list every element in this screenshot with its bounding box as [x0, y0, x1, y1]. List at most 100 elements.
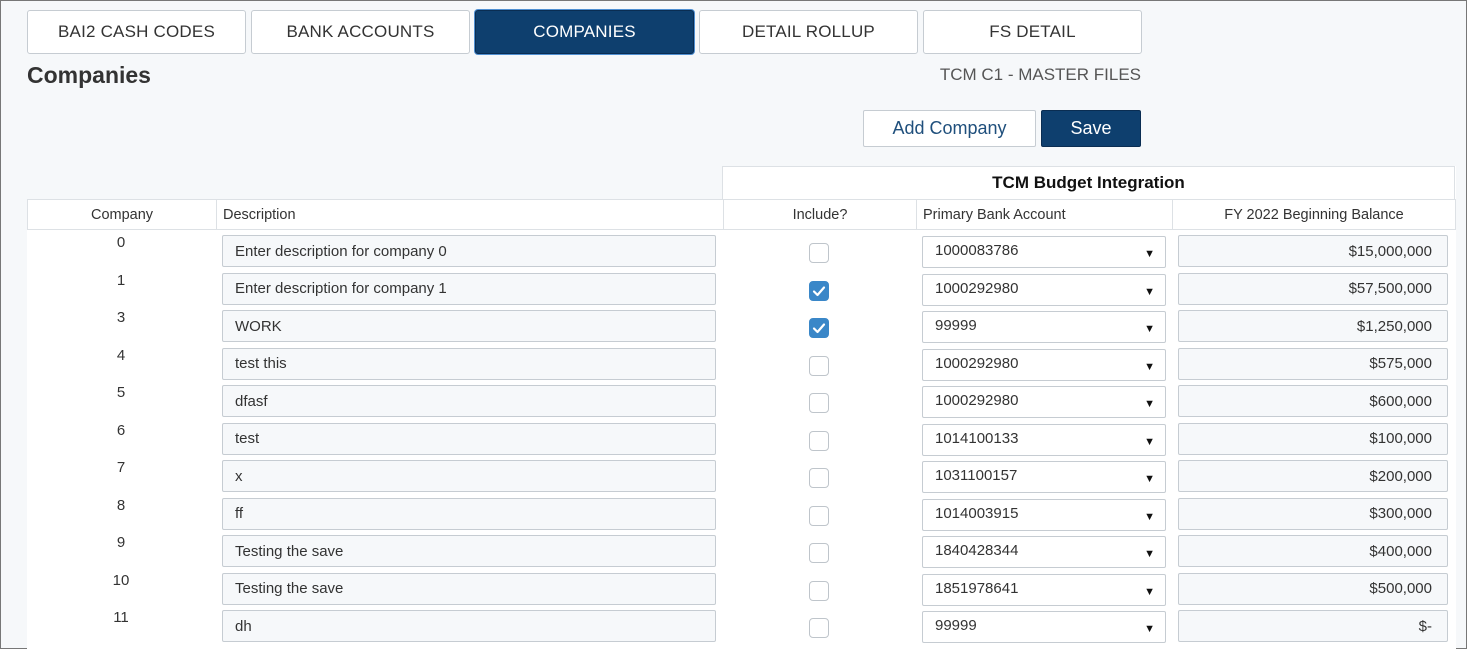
page-subtitle: TCM C1 - MASTER FILES — [939, 65, 1141, 84]
description-input[interactable]: dh — [222, 610, 716, 642]
column-header-include: Include? — [724, 200, 917, 229]
primary-bank-account-select[interactable]: 1014100133 ▼ — [922, 423, 1166, 456]
include-checkbox[interactable] — [809, 393, 829, 413]
table-row: 5 dfasf 1000292980 ▼ $600,000 — [27, 380, 1456, 418]
company-number: 7 — [116, 459, 126, 476]
include-checkbox[interactable] — [809, 618, 829, 638]
primary-bank-account-value: 1840428344 — [935, 542, 1019, 559]
primary-bank-account-value: 1000292980 — [935, 279, 1019, 297]
tab-bank-accounts[interactable]: BANK ACCOUNTS — [251, 10, 470, 54]
primary-bank-account-value: 1851978641 — [935, 579, 1019, 597]
tab-bai2-cash-codes[interactable]: BAI2 CASH CODES — [27, 10, 246, 54]
save-button[interactable]: Save — [1041, 110, 1141, 147]
beginning-balance-input[interactable]: $100,000 — [1178, 422, 1448, 455]
caret-down-icon: ▼ — [1144, 248, 1155, 260]
group-header-tcm-budget: TCM Budget Integration — [722, 166, 1455, 199]
beginning-balance-input[interactable]: $15,000,000 — [1178, 235, 1448, 267]
beginning-balance-input[interactable]: $600,000 — [1178, 385, 1448, 417]
description-input[interactable]: Enter description for company 1 — [222, 272, 716, 305]
primary-bank-account-select[interactable]: 1840428344 ▼ — [922, 536, 1166, 568]
description-input[interactable]: Enter description for company 0 — [222, 235, 716, 267]
primary-bank-account-select[interactable]: 1000292980 ▼ — [922, 273, 1166, 306]
caret-down-icon: ▼ — [1144, 285, 1155, 298]
grid-header-spacer — [27, 166, 722, 199]
caret-down-icon: ▼ — [1144, 548, 1155, 560]
description-input[interactable]: Testing the save — [222, 572, 716, 605]
include-checkbox[interactable] — [809, 280, 829, 301]
caret-down-icon: ▼ — [1144, 323, 1155, 335]
primary-bank-account-select[interactable]: 1031100157 ▼ — [922, 461, 1166, 493]
beginning-balance-input[interactable]: $- — [1178, 610, 1448, 642]
include-checkbox[interactable] — [809, 318, 829, 338]
beginning-balance-input[interactable]: $500,000 — [1178, 572, 1448, 605]
table-row: 0 Enter description for company 0 100008… — [27, 230, 1456, 268]
caret-down-icon: ▼ — [1144, 510, 1155, 523]
include-checkbox[interactable] — [809, 243, 829, 263]
tab-detail-rollup[interactable]: DETAIL ROLLUP — [699, 10, 918, 54]
add-company-button[interactable]: Add Company — [863, 110, 1036, 147]
primary-bank-account-select[interactable]: 1014003915 ▼ — [922, 498, 1166, 531]
primary-bank-account-select[interactable]: 1851978641 ▼ — [922, 573, 1166, 606]
description-input[interactable]: test — [222, 422, 716, 455]
tab-companies[interactable]: COMPANIES — [475, 10, 694, 54]
column-header-primary-bank-account: Primary Bank Account — [917, 200, 1173, 229]
company-number: 9 — [116, 534, 126, 551]
description-input[interactable]: x — [222, 460, 716, 492]
primary-bank-account-select[interactable]: 1000292980 ▼ — [922, 348, 1166, 381]
include-checkbox[interactable] — [809, 580, 829, 601]
checkmark-icon — [812, 323, 826, 334]
table-row: 3 WORK 99999 ▼ $1,250,000 — [27, 305, 1456, 343]
column-header-description: Description — [217, 200, 724, 229]
column-headers: Company Description Include? Primary Ban… — [27, 199, 1456, 230]
company-number: 8 — [116, 496, 126, 514]
description-input[interactable]: dfasf — [222, 385, 716, 417]
primary-bank-account-select[interactable]: 99999 ▼ — [922, 311, 1166, 343]
beginning-balance-input[interactable]: $300,000 — [1178, 497, 1448, 530]
include-checkbox[interactable] — [809, 430, 829, 451]
caret-down-icon: ▼ — [1144, 398, 1155, 410]
primary-bank-account-value: 1000083786 — [935, 242, 1019, 259]
table-row: 11 dh 99999 ▼ $- — [27, 605, 1456, 643]
include-checkbox[interactable] — [809, 543, 829, 563]
description-input[interactable]: Testing the save — [222, 535, 716, 567]
table-row: 10 Testing the save 1851978641 ▼ $500,00… — [27, 568, 1456, 606]
description-input[interactable]: WORK — [222, 310, 716, 342]
primary-bank-account-value: 1014003915 — [935, 504, 1019, 522]
primary-bank-account-select[interactable]: 1000292980 ▼ — [922, 386, 1166, 418]
caret-down-icon: ▼ — [1144, 585, 1155, 598]
company-number: 4 — [116, 346, 126, 364]
primary-bank-account-select[interactable]: 1000083786 ▼ — [922, 236, 1166, 268]
beginning-balance-input[interactable]: $575,000 — [1178, 347, 1448, 380]
beginning-balance-input[interactable]: $57,500,000 — [1178, 272, 1448, 305]
beginning-balance-input[interactable]: $1,250,000 — [1178, 310, 1448, 342]
tab-fs-detail[interactable]: FS DETAIL — [923, 10, 1142, 54]
beginning-balance-input[interactable]: $400,000 — [1178, 535, 1448, 567]
company-number: 6 — [116, 421, 126, 439]
primary-bank-account-value: 99999 — [935, 617, 977, 634]
table-row: 8 ff 1014003915 ▼ $300,000 — [27, 493, 1456, 531]
company-number: 10 — [112, 571, 130, 589]
table-row: 9 Testing the save 1840428344 ▼ $400,000 — [27, 530, 1456, 568]
caret-down-icon: ▼ — [1144, 623, 1155, 635]
company-number: 1 — [116, 271, 126, 289]
primary-bank-account-value: 1000292980 — [935, 354, 1019, 372]
grid-rows: 0 Enter description for company 0 100008… — [27, 230, 1456, 643]
description-input[interactable]: ff — [222, 497, 716, 530]
company-number: 3 — [116, 309, 126, 326]
column-header-company: Company — [28, 200, 217, 229]
page-title: Companies — [27, 62, 151, 88]
caret-down-icon: ▼ — [1144, 360, 1155, 373]
include-checkbox[interactable] — [809, 505, 829, 526]
include-checkbox[interactable] — [809, 468, 829, 488]
company-number: 0 — [116, 234, 126, 251]
companies-grid: TCM Budget Integration Company Descripti… — [27, 166, 1456, 649]
checkmark-icon — [812, 285, 826, 296]
description-input[interactable]: test this — [222, 347, 716, 380]
primary-bank-account-value: 1000292980 — [935, 392, 1019, 409]
include-checkbox[interactable] — [809, 355, 829, 376]
column-header-beginning-balance: FY 2022 Beginning Balance — [1224, 206, 1404, 223]
primary-bank-account-value: 1031100157 — [935, 467, 1018, 484]
tab-bar: BAI2 CASH CODES BANK ACCOUNTS COMPANIES … — [27, 10, 1142, 54]
primary-bank-account-select[interactable]: 99999 ▼ — [922, 611, 1166, 643]
beginning-balance-input[interactable]: $200,000 — [1178, 460, 1448, 492]
